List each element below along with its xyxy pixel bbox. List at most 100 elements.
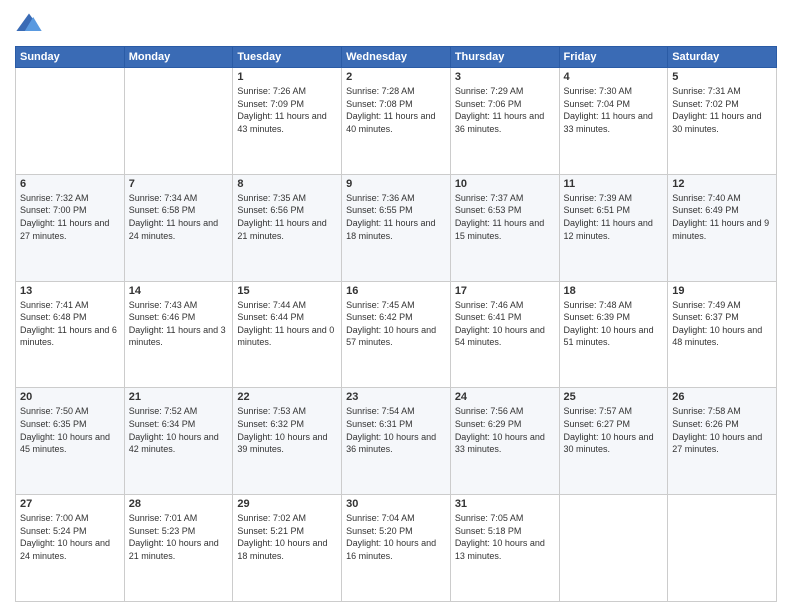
day-info: Sunrise: 7:05 AM Sunset: 5:18 PM Dayligh… (455, 512, 555, 562)
day-number: 16 (346, 285, 446, 297)
weekday-header: Thursday (450, 47, 559, 68)
day-info: Sunrise: 7:54 AM Sunset: 6:31 PM Dayligh… (346, 405, 446, 455)
day-info: Sunrise: 7:46 AM Sunset: 6:41 PM Dayligh… (455, 299, 555, 349)
day-number: 10 (455, 178, 555, 190)
calendar-cell (559, 495, 668, 602)
calendar-cell: 5 Sunrise: 7:31 AM Sunset: 7:02 PM Daylig… (668, 68, 777, 175)
logo (15, 10, 47, 38)
day-info: Sunrise: 7:31 AM Sunset: 7:02 PM Dayligh… (672, 85, 772, 135)
day-number: 12 (672, 178, 772, 190)
calendar-cell: 30 Sunrise: 7:04 AM Sunset: 5:20 PM Dayli… (342, 495, 451, 602)
day-info: Sunrise: 7:56 AM Sunset: 6:29 PM Dayligh… (455, 405, 555, 455)
calendar-cell: 20 Sunrise: 7:50 AM Sunset: 6:35 PM Dayli… (16, 388, 125, 495)
day-info: Sunrise: 7:28 AM Sunset: 7:08 PM Dayligh… (346, 85, 446, 135)
day-info: Sunrise: 7:35 AM Sunset: 6:56 PM Dayligh… (237, 192, 337, 242)
day-number: 17 (455, 285, 555, 297)
day-info: Sunrise: 7:26 AM Sunset: 7:09 PM Dayligh… (237, 85, 337, 135)
day-number: 3 (455, 71, 555, 83)
calendar-cell: 11 Sunrise: 7:39 AM Sunset: 6:51 PM Dayli… (559, 174, 668, 281)
weekday-header: Wednesday (342, 47, 451, 68)
day-info: Sunrise: 7:29 AM Sunset: 7:06 PM Dayligh… (455, 85, 555, 135)
calendar-cell (124, 68, 233, 175)
day-info: Sunrise: 7:37 AM Sunset: 6:53 PM Dayligh… (455, 192, 555, 242)
day-info: Sunrise: 7:53 AM Sunset: 6:32 PM Dayligh… (237, 405, 337, 455)
day-number: 8 (237, 178, 337, 190)
day-info: Sunrise: 7:52 AM Sunset: 6:34 PM Dayligh… (129, 405, 229, 455)
weekday-header: Friday (559, 47, 668, 68)
day-info: Sunrise: 7:39 AM Sunset: 6:51 PM Dayligh… (564, 192, 664, 242)
weekday-header: Sunday (16, 47, 125, 68)
calendar-cell: 22 Sunrise: 7:53 AM Sunset: 6:32 PM Dayli… (233, 388, 342, 495)
day-number: 9 (346, 178, 446, 190)
calendar-cell: 23 Sunrise: 7:54 AM Sunset: 6:31 PM Dayli… (342, 388, 451, 495)
day-number: 1 (237, 71, 337, 83)
calendar-cell: 15 Sunrise: 7:44 AM Sunset: 6:44 PM Dayli… (233, 281, 342, 388)
calendar-cell: 19Sunrise: 7:49 AM Sunset: 6:37 PM Dayli… (668, 281, 777, 388)
day-info: Sunrise: 7:30 AM Sunset: 7:04 PM Dayligh… (564, 85, 664, 135)
day-info: Sunrise: 7:04 AM Sunset: 5:20 PM Dayligh… (346, 512, 446, 562)
day-number: 28 (129, 498, 229, 510)
day-number: 29 (237, 498, 337, 510)
day-number: 2 (346, 71, 446, 83)
day-number: 14 (129, 285, 229, 297)
day-info: Sunrise: 7:48 AM Sunset: 6:39 PM Dayligh… (564, 299, 664, 349)
day-number: 15 (237, 285, 337, 297)
day-number: 30 (346, 498, 446, 510)
day-number: 18 (564, 285, 664, 297)
calendar-cell: 29Sunrise: 7:02 AM Sunset: 5:21 PM Dayli… (233, 495, 342, 602)
day-info: Sunrise: 7:01 AM Sunset: 5:23 PM Dayligh… (129, 512, 229, 562)
calendar-cell (668, 495, 777, 602)
day-number: 13 (20, 285, 120, 297)
day-number: 26 (672, 391, 772, 403)
day-number: 7 (129, 178, 229, 190)
day-number: 20 (20, 391, 120, 403)
day-info: Sunrise: 7:41 AM Sunset: 6:48 PM Dayligh… (20, 299, 120, 349)
day-info: Sunrise: 7:34 AM Sunset: 6:58 PM Dayligh… (129, 192, 229, 242)
calendar-cell: 10 Sunrise: 7:37 AM Sunset: 6:53 PM Dayli… (450, 174, 559, 281)
calendar-cell: 21 Sunrise: 7:52 AM Sunset: 6:34 PM Dayli… (124, 388, 233, 495)
calendar-cell: 7 Sunrise: 7:34 AM Sunset: 6:58 PM Daylig… (124, 174, 233, 281)
day-info: Sunrise: 7:00 AM Sunset: 5:24 PM Dayligh… (20, 512, 120, 562)
day-number: 19 (672, 285, 772, 297)
day-info: Sunrise: 7:58 AM Sunset: 6:26 PM Dayligh… (672, 405, 772, 455)
page: SundayMondayTuesdayWednesdayThursdayFrid… (0, 0, 792, 612)
weekday-header: Saturday (668, 47, 777, 68)
calendar-cell: 4 Sunrise: 7:30 AM Sunset: 7:04 PM Daylig… (559, 68, 668, 175)
calendar-cell: 24 Sunrise: 7:56 AM Sunset: 6:29 PM Dayli… (450, 388, 559, 495)
calendar-cell: 2 Sunrise: 7:28 AM Sunset: 7:08 PM Daylig… (342, 68, 451, 175)
day-number: 11 (564, 178, 664, 190)
day-number: 22 (237, 391, 337, 403)
calendar-cell: 1 Sunrise: 7:26 AM Sunset: 7:09 PM Daylig… (233, 68, 342, 175)
calendar-cell (16, 68, 125, 175)
calendar-cell: 17 Sunrise: 7:46 AM Sunset: 6:41 PM Dayli… (450, 281, 559, 388)
calendar-cell: 31 Sunrise: 7:05 AM Sunset: 5:18 PM Dayli… (450, 495, 559, 602)
day-number: 24 (455, 391, 555, 403)
calendar-cell: 13 Sunrise: 7:41 AM Sunset: 6:48 PM Dayli… (16, 281, 125, 388)
day-number: 21 (129, 391, 229, 403)
day-number: 5 (672, 71, 772, 83)
day-info: Sunrise: 7:32 AM Sunset: 7:00 PM Dayligh… (20, 192, 120, 242)
day-info: Sunrise: 7:40 AM Sunset: 6:49 PM Dayligh… (672, 192, 772, 242)
day-info: Sunrise: 7:36 AM Sunset: 6:55 PM Dayligh… (346, 192, 446, 242)
calendar-cell: 16 Sunrise: 7:45 AM Sunset: 6:42 PM Dayli… (342, 281, 451, 388)
day-number: 31 (455, 498, 555, 510)
day-number: 4 (564, 71, 664, 83)
day-number: 27 (20, 498, 120, 510)
weekday-header: Monday (124, 47, 233, 68)
day-info: Sunrise: 7:45 AM Sunset: 6:42 PM Dayligh… (346, 299, 446, 349)
calendar-cell: 12 Sunrise: 7:40 AM Sunset: 6:49 PM Dayli… (668, 174, 777, 281)
day-number: 23 (346, 391, 446, 403)
weekday-header: Tuesday (233, 47, 342, 68)
calendar-cell: 9 Sunrise: 7:36 AM Sunset: 6:55 PM Daylig… (342, 174, 451, 281)
day-info: Sunrise: 7:43 AM Sunset: 6:46 PM Dayligh… (129, 299, 229, 349)
day-info: Sunrise: 7:57 AM Sunset: 6:27 PM Dayligh… (564, 405, 664, 455)
day-number: 25 (564, 391, 664, 403)
calendar-cell: 8 Sunrise: 7:35 AM Sunset: 6:56 PM Daylig… (233, 174, 342, 281)
calendar-cell: 6Sunrise: 7:32 AM Sunset: 7:00 PM Daylig… (16, 174, 125, 281)
calendar-cell: 28 Sunrise: 7:01 AM Sunset: 5:23 PM Dayli… (124, 495, 233, 602)
calendar-cell: 27 Sunrise: 7:00 AM Sunset: 5:24 PM Dayli… (16, 495, 125, 602)
calendar-cell: 18 Sunrise: 7:48 AM Sunset: 6:39 PM Dayli… (559, 281, 668, 388)
day-info: Sunrise: 7:44 AM Sunset: 6:44 PM Dayligh… (237, 299, 337, 349)
day-info: Sunrise: 7:50 AM Sunset: 6:35 PM Dayligh… (20, 405, 120, 455)
calendar-cell: 26 Sunrise: 7:58 AM Sunset: 6:26 PM Dayli… (668, 388, 777, 495)
